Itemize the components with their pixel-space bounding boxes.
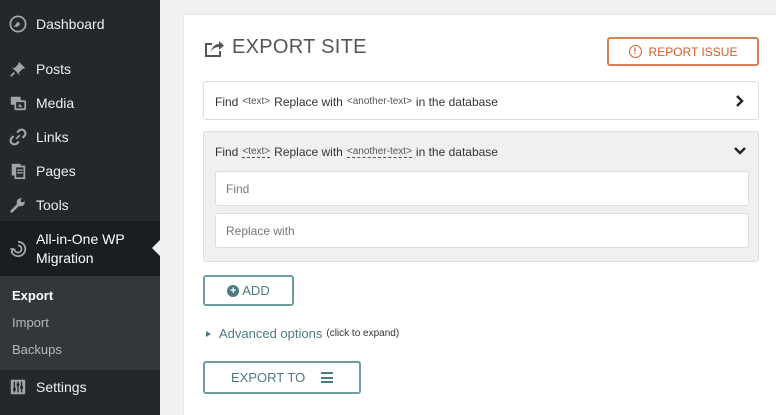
submenu-item-import[interactable]: Import	[12, 315, 49, 330]
sidebar-item-label: Tools	[36, 197, 69, 213]
dashboard-icon	[8, 14, 28, 34]
sidebar-item-label: Dashboard	[36, 16, 105, 32]
links-icon	[8, 127, 28, 147]
sidebar-item-label: Settings	[36, 379, 87, 395]
submenu-item-backups[interactable]: Backups	[12, 342, 62, 357]
find-replace-rule[interactable]: Find <text> Replace with <another-text> …	[203, 81, 759, 120]
pushpin-icon	[8, 59, 28, 79]
sidebar-item-label: Posts	[36, 61, 72, 77]
sidebar-item-label: All-in-One WP Migration	[36, 230, 125, 266]
text-tag: <text>	[242, 96, 271, 107]
menu-icon	[321, 372, 333, 383]
another-text-tag: <another-text>	[346, 145, 412, 158]
sidebar-item-label: Links	[36, 129, 69, 145]
sidebar-item-label: Media	[36, 95, 75, 111]
page-title: EXPORT SITE	[203, 36, 367, 59]
sidebar-item-label: Pages	[36, 163, 76, 179]
rule-header: Find <text> Replace with <another-text> …	[215, 94, 498, 109]
replace-with-input[interactable]	[215, 213, 749, 248]
admin-sidebar: Dashboard Posts Media Links Pages Tools	[0, 0, 160, 415]
chevron-down-icon[interactable]	[732, 142, 748, 160]
find-input[interactable]	[215, 171, 749, 206]
sidebar-item-posts[interactable]: Posts	[0, 52, 160, 86]
sidebar-item-media[interactable]: Media	[0, 86, 160, 120]
advanced-options-toggle[interactable]: Advanced options (click to expand)	[206, 326, 399, 341]
sidebar-item-dashboard[interactable]: Dashboard	[0, 7, 160, 41]
migration-icon	[8, 239, 28, 259]
plus-circle-icon: +	[227, 284, 240, 297]
submenu-item-export[interactable]: Export	[12, 288, 53, 303]
alert-circle-icon: !	[628, 45, 642, 58]
sidebar-item-all-in-one-wp-migration[interactable]: All-in-One WP Migration	[0, 221, 160, 276]
export-share-icon	[205, 40, 224, 57]
settings-icon	[8, 377, 28, 397]
chevron-right-icon[interactable]	[732, 92, 748, 110]
caret-right-icon	[206, 330, 211, 337]
find-replace-rule-expanded: Find <text> Replace with <another-text> …	[203, 131, 759, 262]
sidebar-item-pages[interactable]: Pages	[0, 154, 160, 188]
report-issue-button[interactable]: ! REPORT ISSUE	[607, 37, 759, 66]
export-to-button[interactable]: EXPORT TO	[203, 361, 361, 394]
media-icon	[8, 93, 28, 113]
sidebar-item-settings[interactable]: Settings	[0, 370, 160, 404]
text-tag: <text>	[242, 145, 271, 158]
pages-icon	[8, 161, 28, 181]
add-rule-button[interactable]: + ADD	[203, 275, 294, 306]
rule-header[interactable]: Find <text> Replace with <another-text> …	[215, 132, 498, 171]
sidebar-item-links[interactable]: Links	[0, 120, 160, 154]
wrench-icon	[8, 195, 28, 215]
another-text-tag: <another-text>	[346, 96, 412, 107]
sidebar-item-tools[interactable]: Tools	[0, 188, 160, 222]
migration-submenu: Export Import Backups	[0, 276, 160, 370]
